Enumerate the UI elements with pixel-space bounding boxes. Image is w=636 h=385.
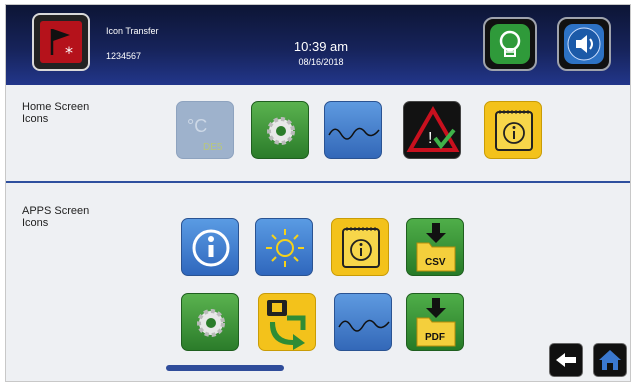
device-screen: * Icon Transfer 1234567 10:39 am 08/16/2…	[5, 4, 631, 382]
device-serial: 1234567	[106, 51, 142, 61]
temperature-icon[interactable]: °C DE5	[176, 101, 234, 159]
temperature-unit-text: °C	[187, 116, 207, 136]
svg-text:!: !	[428, 130, 432, 147]
home-section-label: Home Screen Icons	[22, 101, 90, 125]
info-notepad-icon[interactable]	[331, 218, 389, 276]
clock-time: 10:39 am	[293, 39, 349, 54]
clock-date: 08/16/2018	[298, 57, 344, 67]
settings-gear-icon[interactable]	[181, 293, 239, 351]
device-title: Icon Transfer	[106, 26, 159, 36]
back-button[interactable]	[549, 343, 583, 377]
csv-export-icon[interactable]: CSV	[406, 218, 464, 276]
settings-gear-icon[interactable]	[251, 101, 309, 159]
horizontal-scrollbar[interactable]	[166, 365, 284, 371]
apps-section-label: APPS Screen Icons	[22, 205, 90, 229]
brightness-icon[interactable]	[255, 218, 313, 276]
info-notepad-icon[interactable]	[484, 101, 542, 159]
info-icon[interactable]	[181, 218, 239, 276]
pdf-label: PDF	[425, 332, 445, 343]
sound-button[interactable]	[557, 17, 611, 71]
section-divider	[6, 181, 630, 183]
speaker-icon	[564, 24, 604, 64]
home-icon	[599, 350, 621, 370]
alert-flag-button[interactable]: *	[32, 13, 90, 71]
svg-text:*: *	[65, 43, 73, 62]
temperature-badge-text: DE5	[203, 142, 223, 153]
flag-icon: *	[40, 21, 82, 63]
header-bar: * Icon Transfer 1234567 10:39 am 08/16/2…	[6, 5, 630, 85]
alarm-warning-icon[interactable]: !	[403, 101, 461, 159]
lightbulb-icon	[490, 24, 530, 64]
back-arrow-icon	[556, 353, 576, 367]
waveform-icon[interactable]	[334, 293, 392, 351]
waveform-icon[interactable]	[324, 101, 382, 159]
pdf-export-icon[interactable]: PDF	[406, 293, 464, 351]
transfer-icon[interactable]	[258, 293, 316, 351]
csv-label: CSV	[425, 257, 446, 268]
light-button[interactable]	[483, 17, 537, 71]
home-button[interactable]	[593, 343, 627, 377]
